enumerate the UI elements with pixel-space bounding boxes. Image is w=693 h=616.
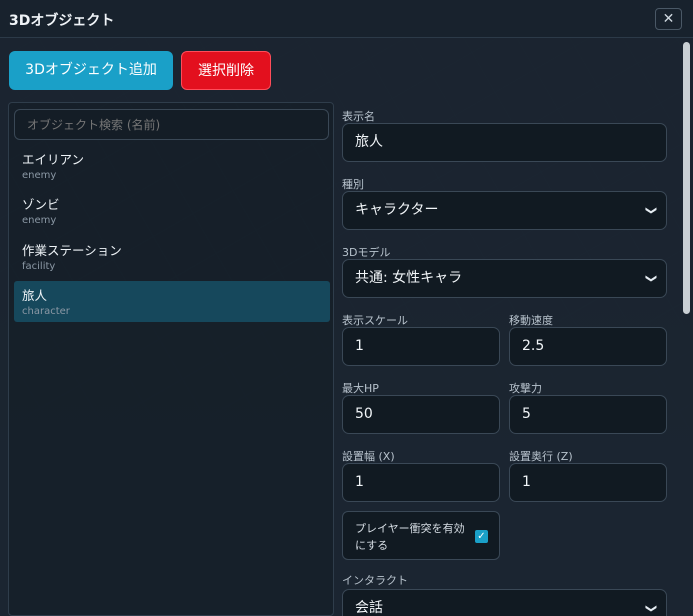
kind-label: 種別 xyxy=(342,178,364,191)
close-icon: ✕ xyxy=(662,11,675,27)
list-item-type: character xyxy=(22,306,70,317)
speed-label: 移動速度 xyxy=(509,314,553,327)
display-name-field[interactable]: 旅人 xyxy=(342,123,667,162)
kind-select[interactable]: キャラクター ❯ xyxy=(342,191,667,230)
width-x-field[interactable]: 1 xyxy=(342,463,500,502)
attack-label: 攻撃力 xyxy=(509,382,542,395)
list-item[interactable]: ゾンビ enemy xyxy=(14,190,330,231)
depth-z-label: 設置奥行 (Z) xyxy=(509,450,573,463)
check-icon: ✓ xyxy=(477,531,486,542)
form-scrollbar[interactable] xyxy=(682,40,690,616)
attack-field[interactable]: 5 xyxy=(509,395,667,434)
collision-checkbox[interactable]: ✓ xyxy=(475,530,488,543)
interact-select[interactable]: 会話 ❯ xyxy=(342,589,667,616)
max-hp-field[interactable]: 50 xyxy=(342,395,500,434)
width-x-label: 設置幅 (X) xyxy=(342,450,395,463)
scale-field[interactable]: 1 xyxy=(342,327,500,366)
chevron-down-icon: ❯ xyxy=(644,603,658,614)
model-label: 3Dモデル xyxy=(342,246,391,259)
list-item-name: 作業ステーション xyxy=(22,243,122,258)
collision-label: プレイヤー衝突を有効にする xyxy=(355,522,465,552)
kind-select-value: キャラクター xyxy=(355,202,439,218)
object-search-input[interactable] xyxy=(14,109,329,140)
model-select-value: 共通: 女性キャラ xyxy=(355,270,463,286)
speed-field[interactable]: 2.5 xyxy=(509,327,667,366)
list-item-selected[interactable]: 旅人 character xyxy=(14,281,330,322)
list-item-type: enemy xyxy=(22,170,57,181)
collision-option[interactable]: プレイヤー衝突を有効にする ✓ xyxy=(342,511,500,560)
depth-z-field[interactable]: 1 xyxy=(509,463,667,502)
add-object-button[interactable]: 3Dオブジェクト追加 xyxy=(9,51,173,90)
interact-select-value: 会話 xyxy=(355,600,383,616)
delete-selected-button[interactable]: 選択削除 xyxy=(181,51,271,90)
list-item-name: 旅人 xyxy=(22,288,48,303)
interact-label: インタラクト xyxy=(342,574,408,587)
list-item-name: ゾンビ xyxy=(22,197,60,212)
list-item-type: enemy xyxy=(22,215,57,226)
window-title: 3Dオブジェクト xyxy=(9,13,115,29)
chevron-down-icon: ❯ xyxy=(644,273,658,284)
list-item[interactable]: エイリアン enemy xyxy=(14,145,330,186)
max-hp-label: 最大HP xyxy=(342,382,379,395)
list-item-type: facility xyxy=(22,261,56,272)
display-name-label: 表示名 xyxy=(342,110,375,123)
list-item[interactable]: 作業ステーション facility xyxy=(14,236,330,277)
close-button[interactable]: ✕ xyxy=(655,8,682,30)
titlebar: 3Dオブジェクト ✕ xyxy=(0,0,693,38)
list-item-name: エイリアン xyxy=(22,152,85,167)
chevron-down-icon: ❯ xyxy=(644,205,658,216)
object-editor-window: 3Dオブジェクト ✕ 3Dオブジェクト追加 選択削除 エイリアン enemy ゾ… xyxy=(0,0,693,616)
scale-label: 表示スケール xyxy=(342,314,408,327)
scroll-thumb[interactable] xyxy=(683,42,690,314)
model-select[interactable]: 共通: 女性キャラ ❯ xyxy=(342,259,667,298)
object-list-panel: エイリアン enemy ゾンビ enemy 作業ステーション facility … xyxy=(8,102,334,616)
